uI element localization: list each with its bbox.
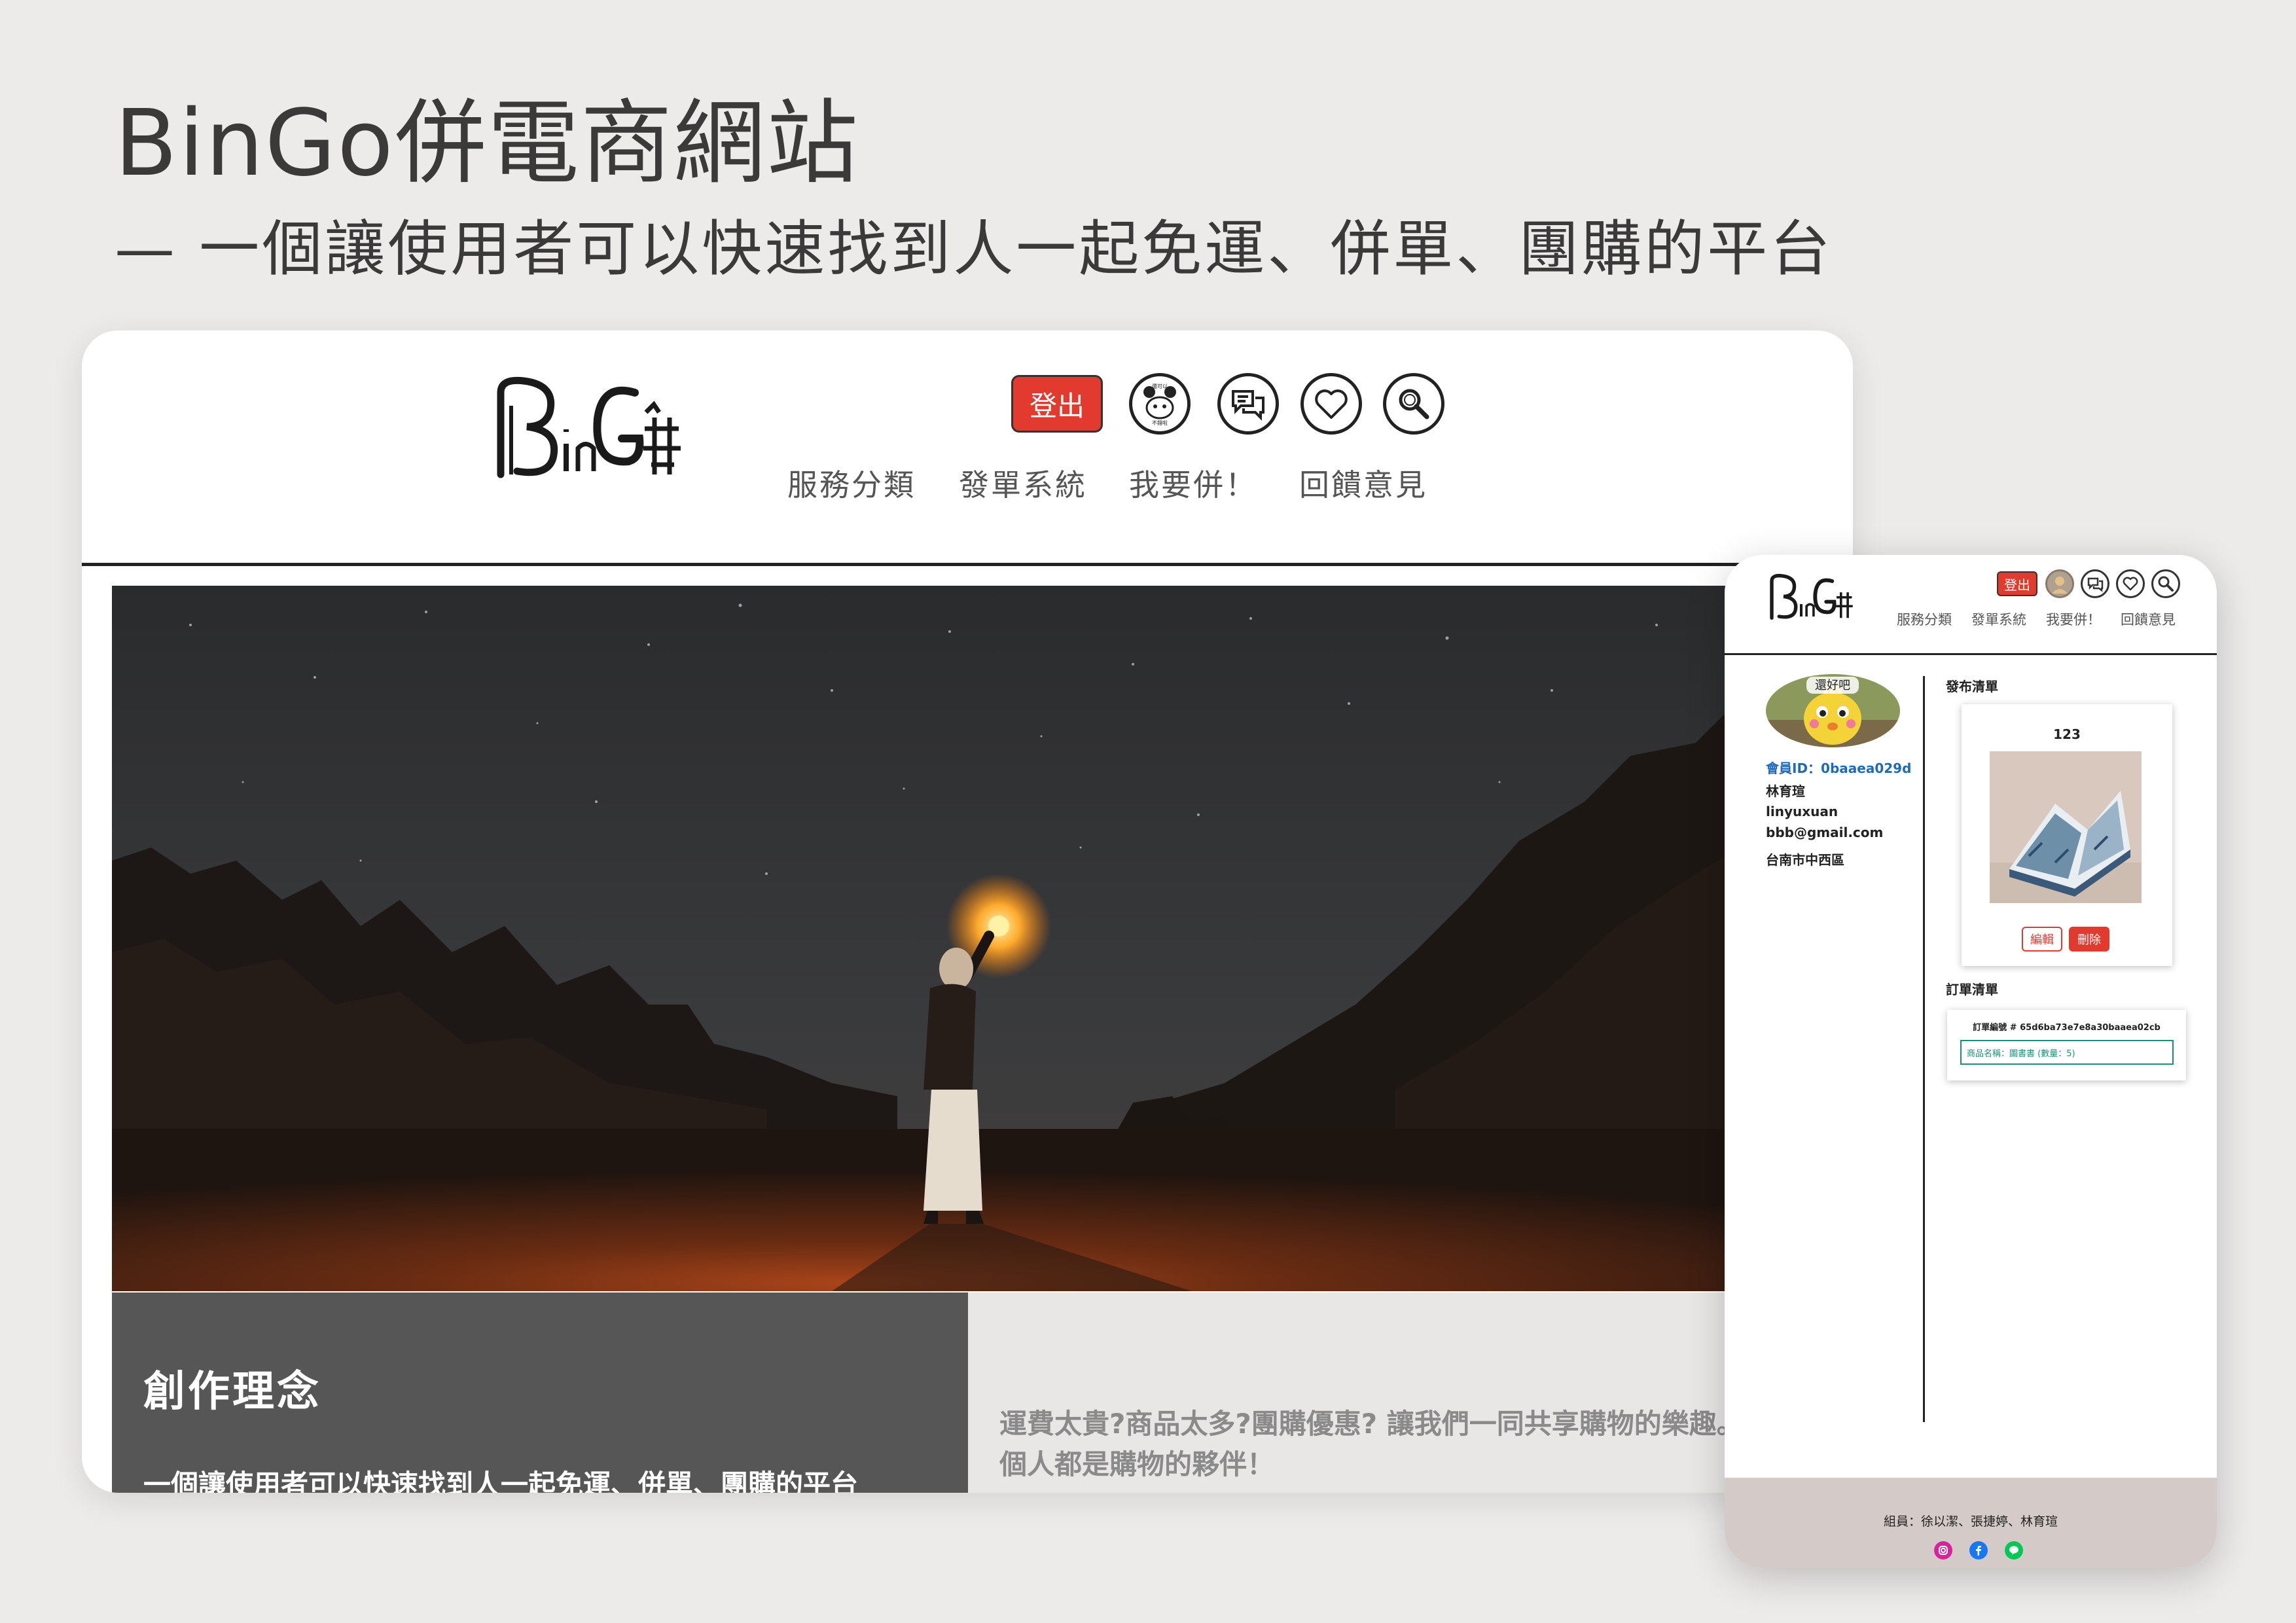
mobile-chat-icon[interactable] xyxy=(2081,569,2109,598)
member-id: 會員ID：0baaea029d xyxy=(1766,760,1912,776)
avatar-caption-top: 還可以 xyxy=(1152,383,1168,389)
mobile-nav-service-category[interactable]: 服務分類 xyxy=(1897,609,1952,629)
facebook-icon[interactable] xyxy=(1969,1541,1988,1560)
member-username: linyuxuan xyxy=(1766,804,1839,819)
nav-join-order[interactable]: 我要併！ xyxy=(1129,461,1257,505)
member-email: bbb@gmail.com xyxy=(1766,825,1884,840)
nav-feedback[interactable]: 回饋意見 xyxy=(1299,461,1427,505)
mobile-logout-button[interactable]: 登出 xyxy=(1997,571,2037,596)
edit-button[interactable]: 編輯 xyxy=(2022,927,2062,952)
order-item[interactable]: 商品名稱：圖書書 (數量：5) xyxy=(1960,1040,2174,1065)
avatar-icon[interactable]: 還可以 不錯啦 xyxy=(1129,373,1191,435)
line-icon[interactable] xyxy=(2005,1541,2023,1560)
mobile-avatar-icon[interactable] xyxy=(2045,569,2074,598)
nav-order-system[interactable]: 發單系統 xyxy=(959,461,1087,505)
posted-item-card[interactable]: 123 編輯 刪除 xyxy=(1962,704,2172,966)
nav-service-category[interactable]: 服務分類 xyxy=(787,461,916,505)
bingo-logo-small[interactable] xyxy=(1766,565,1854,627)
posted-list-label: 發布清單 xyxy=(1946,679,1998,694)
mobile-heart-icon[interactable] xyxy=(2116,569,2145,598)
mobile-search-icon[interactable] xyxy=(2151,569,2180,598)
order-card[interactable]: 訂單編號 # 65d6ba73e7e8a30baaea02cb 商品名稱：圖書書… xyxy=(1947,1010,2186,1080)
desktop-screenshot: 登出 還可以 不錯啦 服務分類 發單系統 我要併！ 回饋意見 創作理念 一個讓使… xyxy=(82,330,1853,1493)
chat-icon[interactable] xyxy=(1217,373,1279,435)
logout-button[interactable]: 登出 xyxy=(1011,375,1103,433)
posted-item-title: 123 xyxy=(2053,726,2081,742)
profile-avatar: 還好吧 xyxy=(1766,674,1900,747)
page-title: BinGo併電商網站 xyxy=(115,90,859,197)
order-list-label: 訂單清單 xyxy=(1946,982,1998,997)
mobile-column-divider xyxy=(1923,676,1925,1422)
hero-image xyxy=(112,586,1853,1291)
mobile-nav-join-order[interactable]: 我要併！ xyxy=(2046,609,2101,629)
search-icon[interactable] xyxy=(1383,373,1444,435)
posted-item-image xyxy=(1990,751,2142,903)
mobile-nav-order-system[interactable]: 發單系統 xyxy=(1971,609,2026,629)
heart-icon[interactable] xyxy=(1300,373,1362,435)
member-address: 台南市中西區 xyxy=(1766,852,1844,868)
mobile-nav-feedback[interactable]: 回饋意見 xyxy=(2121,609,2176,629)
mobile-screenshot: 登出 服務分類 發單系統 我要併！ 回饋意見 還好吧 會員ID：0baaea02… xyxy=(1725,555,2217,1568)
footer-members: 組員：徐以潔、張捷婷、林育瑄 xyxy=(1883,1514,2058,1529)
avatar-caption-bottom: 不錯啦 xyxy=(1152,419,1168,426)
order-number: 訂單編號 # 65d6ba73e7e8a30baaea02cb xyxy=(1973,1023,2161,1033)
bingo-logo[interactable] xyxy=(488,366,684,484)
mobile-header-divider xyxy=(1725,653,2217,655)
member-name: 林育瑄 xyxy=(1766,783,1805,799)
avatar-caption: 還好吧 xyxy=(1815,679,1850,692)
about-section: 創作理念 一個讓使用者可以快速找到人一起免運、併單、團購的平台 xyxy=(112,1293,968,1493)
header-divider xyxy=(82,563,1853,566)
delete-button[interactable]: 刪除 xyxy=(2069,927,2109,952)
mobile-footer: 組員：徐以潔、張捷婷、林育瑄 xyxy=(1725,1478,2217,1568)
about-description-panel: 運費太貴?商品太多?團購優惠? 讓我們一同共享購物的樂趣。 在這裡，每個人都是購… xyxy=(968,1293,1853,1493)
about-tagline: 一個讓使用者可以快速找到人一起免運、併單、團購的平台 xyxy=(143,1469,859,1493)
instagram-icon[interactable] xyxy=(1934,1541,1952,1560)
page-subtitle: — 一個讓使用者可以快速找到人一起免運、併單、團購的平台 xyxy=(115,214,1833,284)
about-title: 創作理念 xyxy=(143,1368,321,1416)
